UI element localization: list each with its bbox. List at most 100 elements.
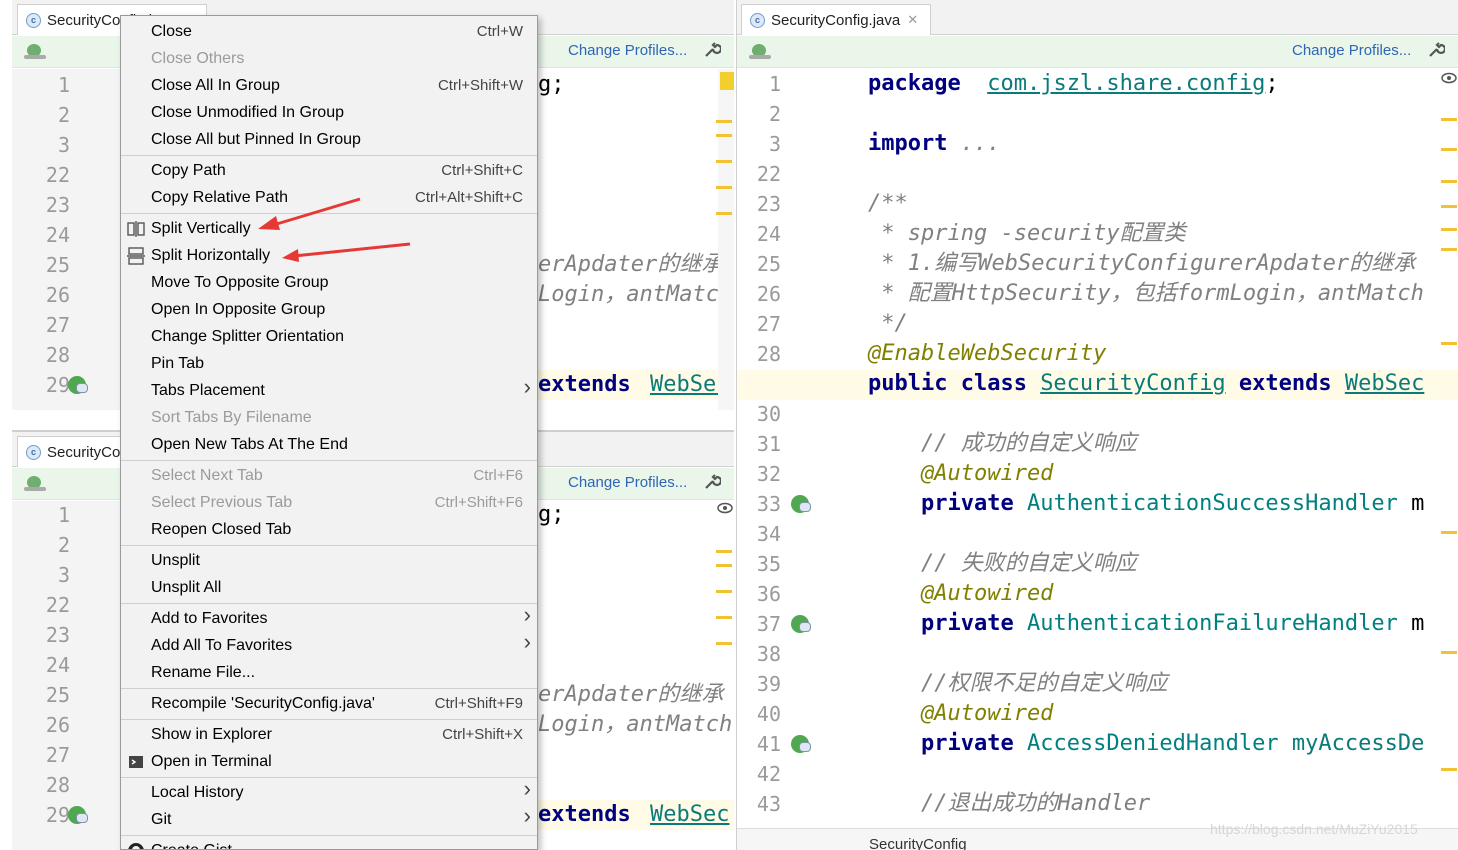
- wrench-icon[interactable]: [1427, 41, 1445, 59]
- code-token: ;: [1265, 71, 1279, 96]
- menu-item-label: Open In Opposite Group: [151, 300, 326, 318]
- code-fragment: Login，antMatch: [538, 712, 733, 737]
- code-token: m: [1397, 611, 1425, 636]
- change-profiles-link[interactable]: Change Profiles...: [568, 474, 687, 491]
- menu-item-change-splitter-orientation[interactable]: Change Splitter Orientation: [121, 323, 537, 350]
- menu-item-label: Sort Tabs By Filename: [151, 408, 312, 426]
- stripe-marker: [716, 160, 732, 163]
- code-line: */: [868, 309, 908, 339]
- close-tab-icon[interactable]: ✕: [907, 12, 918, 28]
- menu-item-close[interactable]: Close Ctrl+W: [121, 18, 537, 45]
- code-token: @Autowired: [868, 701, 1054, 726]
- spring-bean-gutter-icon[interactable]: [66, 374, 88, 396]
- menu-separator: [121, 777, 537, 778]
- eye-icon[interactable]: [717, 502, 733, 514]
- spring-bean-gutter-icon[interactable]: [789, 733, 811, 755]
- menu-item-shortcut: Ctrl+Shift+C: [441, 162, 523, 179]
- menu-item-close-unmodified-in-group[interactable]: Close Unmodified In Group: [121, 99, 537, 126]
- menu-item-label: Open in Terminal: [151, 752, 272, 770]
- line-number: 39: [756, 672, 781, 696]
- code-fragment: erApdater的继承: [538, 682, 724, 707]
- menu-item-close-others[interactable]: Close Others: [121, 45, 537, 72]
- tab-securityconfig[interactable]: c SecurityConfig.java ✕: [741, 4, 931, 35]
- menu-item-close-all-but-pinned-in-group[interactable]: Close All but Pinned In Group: [121, 126, 537, 153]
- menu-item-recompile-securityconfig-java[interactable]: Recompile 'SecurityConfig.java' Ctrl+Shif…: [121, 690, 537, 717]
- menu-item-rename-file[interactable]: Rename File...: [121, 659, 537, 686]
- menu-item-label: Close Unmodified In Group: [151, 103, 344, 121]
- menu-item-git[interactable]: Git ›: [121, 803, 537, 833]
- menu-item-copy-relative-path[interactable]: Copy Relative Path Ctrl+Alt+Shift+C: [121, 184, 537, 211]
- code-token: AuthenticationSuccessHandler: [1026, 491, 1398, 516]
- menu-item-label: Tabs Placement: [151, 381, 265, 399]
- menu-item-local-history[interactable]: Local History ›: [121, 776, 537, 806]
- menu-item-open-new-tabs-at-the-end[interactable]: Open New Tabs At The End: [121, 431, 537, 458]
- menu-item-add-to-favorites[interactable]: Add to Favorites ›: [121, 602, 537, 632]
- line-number: 30: [756, 402, 781, 426]
- menu-item-add-all-to-favorites[interactable]: Add All To Favorites ›: [121, 629, 537, 659]
- menu-item-move-to-opposite-group[interactable]: Move To Opposite Group: [121, 269, 537, 296]
- wrench-icon[interactable]: [703, 41, 721, 59]
- menu-item-label: Select Next Tab: [151, 466, 263, 484]
- line-number: 40: [756, 702, 781, 726]
- stripe-marker: [716, 616, 732, 619]
- stripe-marker: [1441, 228, 1457, 231]
- menu-item-shortcut: Ctrl+W: [476, 23, 523, 40]
- code-line: package com.jszl.share.config;: [868, 69, 1279, 99]
- tab-context-menu: Close Ctrl+W Close Others Close All In Grou…: [120, 15, 538, 850]
- menu-item-unsplit-all[interactable]: Unsplit All: [121, 574, 537, 601]
- line-number: 25: [45, 253, 70, 277]
- line-number: 25: [756, 252, 781, 276]
- code-token: * 1.编写WebSecurityConfigurerApdater的继承: [868, 251, 1416, 276]
- code-line: // 成功的自定义响应: [868, 429, 1137, 459]
- spring-bean-gutter-icon[interactable]: [789, 613, 811, 635]
- breadcrumb[interactable]: SecurityConfig: [869, 836, 967, 850]
- java-class-icon: c: [750, 12, 765, 28]
- menu-item-select-next-tab[interactable]: Select Next Tab Ctrl+F6: [121, 462, 537, 489]
- code-token: package: [868, 71, 961, 96]
- line-number: 28: [45, 343, 70, 367]
- line-number: 42: [756, 762, 781, 786]
- line-number: 24: [45, 653, 70, 677]
- menu-item-show-in-explorer[interactable]: Show in Explorer Ctrl+Shift+X: [121, 721, 537, 748]
- line-number: 28: [45, 773, 70, 797]
- menu-item-reopen-closed-tab[interactable]: Reopen Closed Tab: [121, 516, 537, 543]
- menu-separator: [121, 545, 537, 546]
- split-horizontal-icon: [127, 247, 145, 265]
- eye-icon[interactable]: [1441, 72, 1457, 84]
- right-editor-pane: c SecurityConfig.java ✕ Change Profiles.…: [736, 0, 1458, 850]
- change-profiles-link[interactable]: Change Profiles...: [1292, 42, 1411, 59]
- menu-item-split-vertically[interactable]: Split Vertically: [121, 215, 537, 242]
- spring-bean-gutter-icon[interactable]: [789, 493, 811, 515]
- line-number: 2: [768, 102, 781, 126]
- menu-item-open-in-opposite-group[interactable]: Open In Opposite Group: [121, 296, 537, 323]
- line-number: 26: [45, 713, 70, 737]
- line-number: 3: [57, 563, 70, 587]
- menu-item-shortcut: Ctrl+Shift+W: [437, 77, 523, 94]
- menu-item-pin-tab[interactable]: Pin Tab: [121, 350, 537, 377]
- tab-label: SecurityConfig.java: [771, 11, 901, 29]
- menu-item-unsplit[interactable]: Unsplit: [121, 547, 537, 574]
- menu-item-select-previous-tab[interactable]: Select Previous Tab Ctrl+Shift+F6: [121, 489, 537, 516]
- line-number: 23: [45, 193, 70, 217]
- code-line: import ...: [868, 129, 1000, 159]
- spring-bean-gutter-icon[interactable]: [66, 804, 88, 826]
- menu-item-split-horizontally[interactable]: Split Horizontally: [121, 242, 537, 269]
- menu-item-sort-tabs-by-filename[interactable]: Sort Tabs By Filename: [121, 404, 537, 431]
- menu-item-label: Close Others: [151, 49, 245, 67]
- line-number: 24: [756, 222, 781, 246]
- menu-item-open-in-terminal[interactable]: Open in Terminal: [121, 748, 537, 775]
- change-profiles-link[interactable]: Change Profiles...: [568, 42, 687, 59]
- menu-item-copy-path[interactable]: Copy Path Ctrl+Shift+C: [121, 157, 537, 184]
- menu-separator: [121, 460, 537, 461]
- wrench-icon[interactable]: [703, 473, 721, 491]
- menu-item-label: Recompile 'SecurityConfig.java': [151, 694, 375, 712]
- menu-item-close-all-in-group[interactable]: Close All In Group Ctrl+Shift+W: [121, 72, 537, 99]
- line-number: 32: [756, 462, 781, 486]
- menu-item-create-gist[interactable]: Create Gist...: [121, 837, 537, 849]
- submenu-arrow-icon: ›: [523, 374, 531, 399]
- submenu-arrow-icon: ›: [523, 629, 531, 654]
- stripe-marker: [716, 642, 732, 645]
- menu-item-label: Reopen Closed Tab: [151, 520, 292, 538]
- menu-item-tabs-placement[interactable]: Tabs Placement ›: [121, 374, 537, 404]
